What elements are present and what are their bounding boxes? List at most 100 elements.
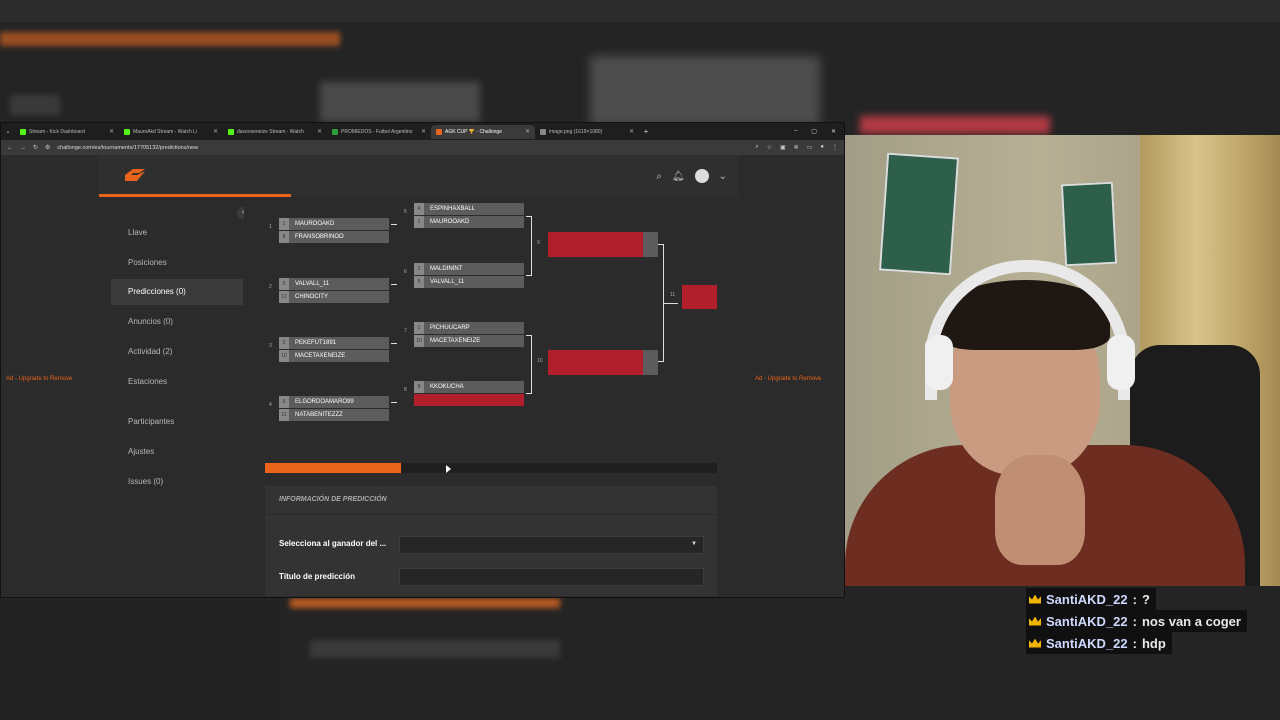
tab-close-icon[interactable]: ✕ [525,128,530,135]
prediction-title-input[interactable] [399,568,704,586]
participant-slot[interactable]: 1 PICHUUCARP [414,322,524,334]
participant-slot[interactable]: 10 MACETAXENEIZE [414,335,524,347]
minimize-icon[interactable]: – [794,128,797,135]
participant-slot[interactable]: 5 VALVALL_11 [279,278,389,290]
main-content: 1 1 MAUROOAKD 8 FRANSOBRINOO 2 5 VALVALL_11 12 CH… [244,198,739,597]
seed-number: 4 [414,203,424,215]
avatar[interactable] [694,169,709,183]
participant-slot[interactable] [414,394,524,406]
browser-window: ⌄ Stream - Kick Dashboard ✕ MauroAkd Strea… [0,122,845,598]
site-info-icon[interactable]: ⚙ [45,144,50,151]
bracket-match[interactable]: 8 KKOKUCHA [414,381,524,407]
chevron-down-icon[interactable]: ⌄ [719,171,727,182]
tab-close-icon[interactable]: ✕ [317,128,322,135]
seed-number: 8 [414,381,424,393]
bracket-match[interactable]: 1 PICHUUCARP 10 MACETAXENEIZE [414,322,524,348]
bookmark-star-icon[interactable]: ☆ [767,144,772,151]
match-number: 10 [537,358,543,364]
crown-badge-icon [1029,616,1041,626]
bracket-connector [526,216,532,276]
close-window-icon[interactable]: ✕ [831,128,836,135]
seed-number: 1 [414,216,424,228]
menu-kebab-icon[interactable]: ⋮ [832,144,838,151]
participant-slot[interactable]: 1 MAUROOAKD [414,216,524,228]
sidebar-item[interactable]: Posiciones [111,250,243,276]
sidebar-item[interactable]: Llave [111,220,243,246]
winner-select[interactable]: ▼ [399,536,704,554]
challonge-page: Ad - Upgrade to Remove Ad - Upgrade to R… [1,155,844,597]
browser-tab[interactable]: PROMIEDOS - Futbol Argentino ✕ [327,125,431,139]
winner-label: Selecciona al ganador del ... [279,539,387,548]
match-number: 4 [269,402,272,408]
sidebar-item[interactable]: Participantes [111,409,243,435]
participant-slot[interactable]: 2 MALDININT [414,263,524,275]
ad-left[interactable]: Ad - Upgrade to Remove [6,376,72,382]
sidebar-item[interactable]: Predicciones (0) [111,279,243,305]
browser-tab[interactable]: AGK CUP 🏆 - Challonge ✕ [431,124,535,139]
final-prediction-slot[interactable] [682,285,717,309]
browser-tab[interactable]: Stream - Kick Dashboard ✕ [15,125,119,139]
participant-slot[interactable]: 3 PEKEFUT1891 [279,337,389,349]
tab-close-icon[interactable]: ✕ [421,128,426,135]
tab-title: image.png (1619×1080) [549,128,603,135]
participant-slot[interactable]: 12 CHINOCITY [279,291,389,303]
bracket-match[interactable]: 5 VALVALL_11 12 CHINOCITY [279,278,389,304]
match-number: 6 [404,269,407,275]
tab-close-icon[interactable]: ✕ [629,128,634,135]
bracket-connector [391,284,397,285]
sidebar-item[interactable]: Ajustes [111,439,243,465]
reload-icon[interactable]: ↻ [33,144,38,151]
tab-close-icon[interactable]: ✕ [109,128,114,135]
bracket-match[interactable]: 3 PEKEFUT1891 10 MACETAXENEIZE [279,337,389,363]
participant-slot[interactable]: 6 ELGORDOAMARO99 [279,396,389,408]
sidebar-item[interactable]: Issues (0) [111,469,243,495]
bracket-match[interactable]: 6 ELGORDOAMARO99 11 NATABENITEZZZ [279,396,389,422]
cast-icon[interactable]: ▭ [807,144,813,151]
bracket-connector [391,224,397,225]
challonge-logo-icon[interactable] [123,167,147,183]
sidebar-item[interactable]: Actividad (2) [111,339,243,365]
sidebar-item[interactable]: Estaciones [111,369,243,395]
participant-slot[interactable]: 8 KKOKUCHA [414,381,524,393]
browser-tab[interactable]: MauroAkd Stream - Watch Li ✕ [119,125,223,139]
tab-close-icon[interactable]: ✕ [213,128,218,135]
tab-bar: ⌄ Stream - Kick Dashboard ✕ MauroAkd Strea… [1,123,844,140]
bracket-match[interactable]: 4 ESPINHAXBALL 1 MAUROOAKD [414,203,524,229]
seed-number: 10 [414,335,424,347]
participant-slot[interactable]: 1 MAUROOAKD [279,218,389,230]
search-icon[interactable]: ⌕ [656,171,662,182]
tab-title: MauroAkd Stream - Watch Li [133,128,198,135]
seed-number: 11 [279,409,289,421]
browser-tab[interactable]: davooxeneize Stream - Watch ✕ [223,125,327,139]
extension-icon[interactable]: ▣ [780,144,786,151]
browser-tab[interactable]: image.png (1619×1080) ✕ [535,125,639,139]
maximize-icon[interactable]: ▢ [811,128,817,135]
tab-favicon-icon [228,128,234,135]
forward-icon[interactable]: → [20,145,26,151]
extensions-puzzle-icon[interactable]: ✲ [794,144,799,151]
tab-search-icon[interactable]: ⌄ [1,128,15,135]
tab-favicon-icon [124,128,130,135]
ad-right[interactable]: Ad - Upgrade to Remove [755,376,821,382]
new-tab-button[interactable]: + [639,127,653,136]
sidebar-item[interactable]: Anuncios (0) [111,309,243,335]
bracket-match[interactable]: 2 MALDININT 5 VALVALL_11 [414,263,524,289]
back-icon[interactable]: ← [7,145,13,151]
prediction-slot[interactable] [548,232,643,257]
zoom-icon[interactable]: ⌕ [755,144,758,151]
participant-slot[interactable]: 5 VALVALL_11 [414,276,524,288]
participant-slot[interactable]: 11 NATABENITEZZZ [279,409,389,421]
participant-name: MACETAXENEIZE [430,338,481,344]
bracket-match[interactable]: 1 MAUROOAKD 8 FRANSOBRINOO [279,218,389,244]
progress-bar [265,463,717,473]
bell-icon[interactable]: 🔔︎ [672,171,685,182]
participant-slot[interactable]: 8 FRANSOBRINOO [279,231,389,243]
url-field[interactable]: challonge.com/es/tournaments/17705132/pr… [57,145,748,151]
prediction-slot[interactable] [548,350,643,375]
participant-slot[interactable]: 4 ESPINHAXBALL [414,203,524,215]
profile-icon[interactable]: ● [820,144,824,151]
participant-slot[interactable]: 10 MACETAXENEIZE [279,350,389,362]
participant-name: PEKEFUT1891 [295,340,337,346]
bracket-connector [391,402,397,403]
participant-name: FRANSOBRINOO [295,234,344,240]
